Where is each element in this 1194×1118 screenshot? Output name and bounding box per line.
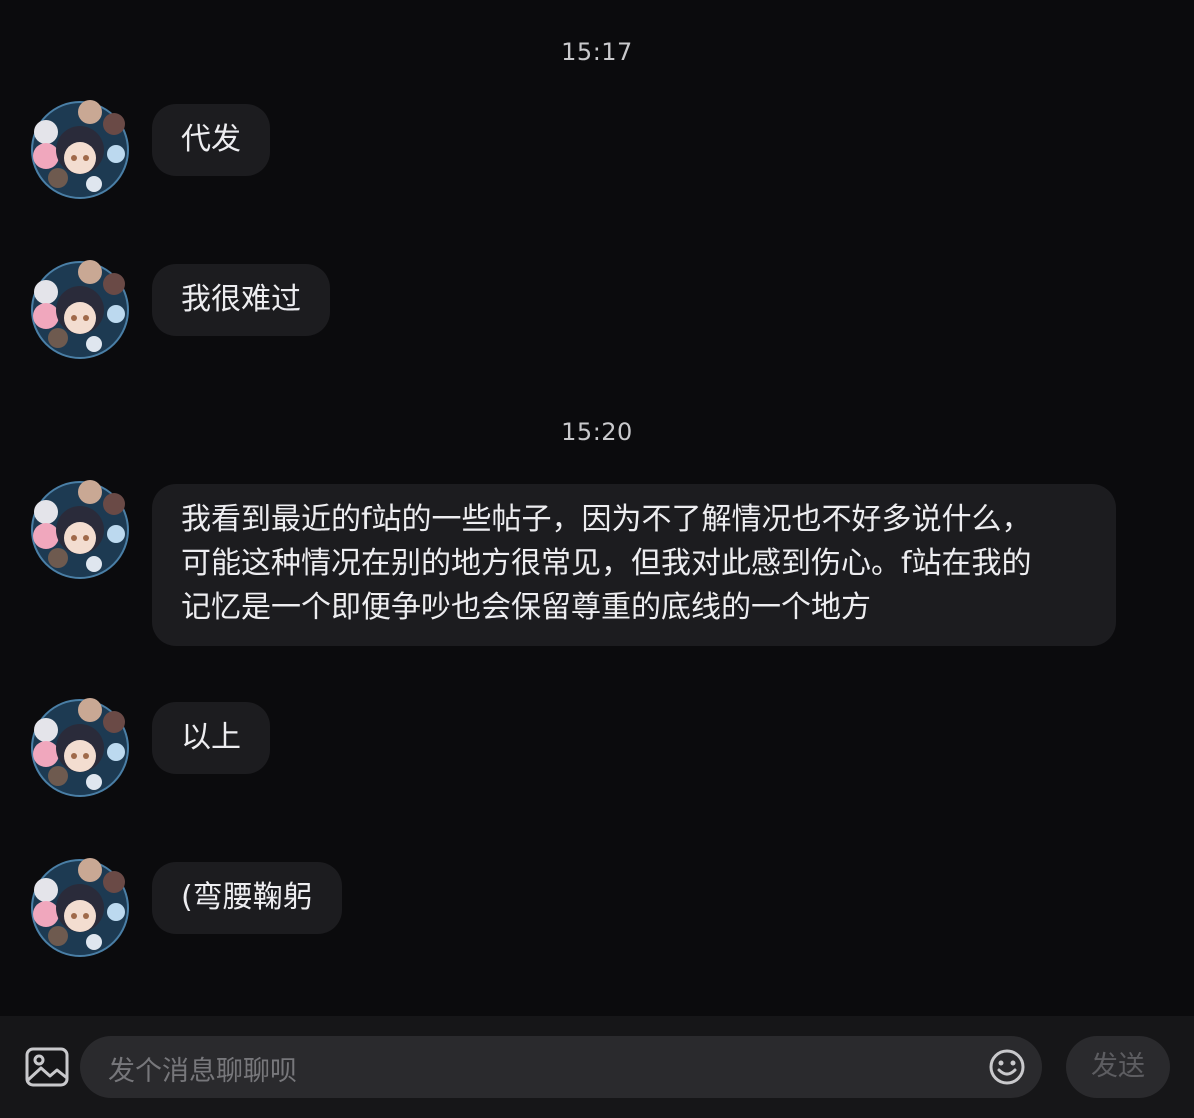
message-row: 我很难过 — [28, 256, 330, 360]
timestamp: 15:20 — [561, 418, 633, 446]
message-bubble[interactable]: 代发 — [152, 104, 270, 176]
emoji-icon[interactable] — [988, 1048, 1026, 1086]
image-icon[interactable] — [24, 1046, 72, 1090]
message-bubble[interactable]: 以上 — [152, 702, 270, 774]
message-row: (弯腰鞠躬 — [28, 854, 342, 958]
message-row: 以上 — [28, 694, 270, 798]
avatar[interactable] — [28, 476, 132, 580]
timestamp: 15:17 — [561, 38, 633, 66]
message-input-placeholder: 发个消息聊聊呗 — [108, 1056, 297, 1087]
avatar[interactable] — [28, 96, 132, 200]
avatar[interactable] — [28, 256, 132, 360]
avatar[interactable] — [28, 694, 132, 798]
message-bubble[interactable]: (弯腰鞠躬 — [152, 862, 342, 934]
message-input[interactable]: 发个消息聊聊呗 — [80, 1036, 1042, 1098]
chat-screen: 15:17 代发 我很难过 15:20 我看到最近的f站的一些帖子，因为不了解情… — [0, 0, 1194, 1118]
message-row: 我看到最近的f站的一些帖子，因为不了解情况也不好多说什么， 可能这种情况在别的地… — [28, 476, 1116, 646]
composer-bar: 发个消息聊聊呗 发送 — [0, 1016, 1194, 1118]
message-row: 代发 — [28, 96, 270, 200]
message-bubble[interactable]: 我看到最近的f站的一些帖子，因为不了解情况也不好多说什么， 可能这种情况在别的地… — [152, 484, 1116, 646]
avatar[interactable] — [28, 854, 132, 958]
message-bubble[interactable]: 我很难过 — [152, 264, 330, 336]
send-button[interactable]: 发送 — [1066, 1036, 1170, 1098]
